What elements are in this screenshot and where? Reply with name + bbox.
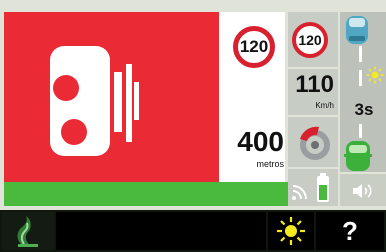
app-home-button[interactable] xyxy=(2,212,54,250)
car-ahead-icon xyxy=(346,16,368,44)
lane-marking xyxy=(359,46,362,62)
alert-speed-limit-sign: 120 xyxy=(233,26,275,68)
current-speed-value: 110 xyxy=(295,71,334,98)
wifi-signal-icon xyxy=(292,185,307,200)
status-green-bar xyxy=(4,182,290,206)
battery-icon xyxy=(317,173,329,202)
speed-limit-sign: 120 xyxy=(292,22,328,58)
lane-marking xyxy=(359,124,362,138)
speed-camera-icon xyxy=(50,46,139,156)
distance-unit: metros xyxy=(256,159,284,169)
speaker-icon[interactable] xyxy=(351,181,375,201)
app-logo-icon xyxy=(17,216,38,247)
brightness-sun-icon xyxy=(277,217,305,245)
own-car-icon xyxy=(344,141,372,171)
help-icon[interactable]: ? xyxy=(316,215,384,247)
brightness-button[interactable] xyxy=(268,212,314,250)
brake-disc-icon xyxy=(300,126,330,160)
lane-marking xyxy=(359,70,362,86)
speed-camera-alert-panel xyxy=(4,12,219,182)
speed-unit: Km/h xyxy=(315,101,334,110)
distance-value: 400 xyxy=(237,126,284,157)
menu-button[interactable] xyxy=(56,212,266,250)
daylight-sun-icon xyxy=(366,66,384,84)
time-gap-value: 3s xyxy=(345,100,383,120)
